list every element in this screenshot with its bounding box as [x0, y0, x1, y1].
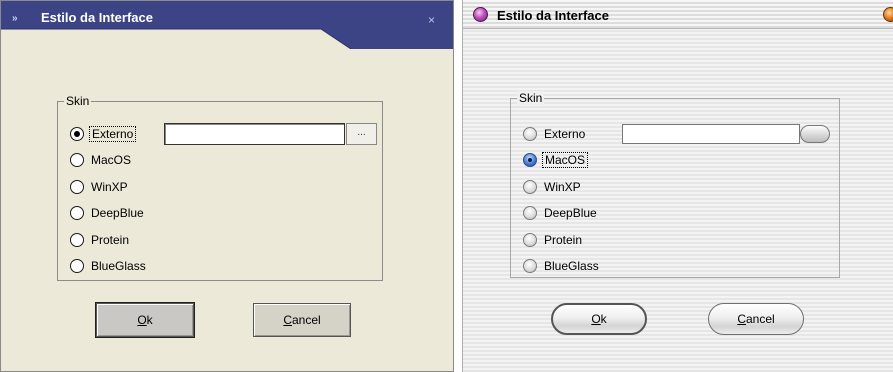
ok-label-rest: k	[600, 312, 607, 326]
radio-button[interactable]	[70, 180, 84, 194]
ok-button[interactable]: Ok	[95, 302, 195, 338]
radio-winxp[interactable]: WinXP	[70, 178, 130, 196]
external-skin-path-input[interactable]	[622, 124, 800, 144]
radio-label: DeepBlue	[91, 206, 144, 220]
radio-label: WinXP	[91, 180, 128, 194]
radio-label: BlueGlass	[544, 259, 599, 273]
cancel-label-rest: ancel	[291, 313, 321, 327]
radio-label: Externo	[89, 126, 137, 142]
skin-legend: Skin	[517, 91, 545, 105]
radio-button[interactable]	[70, 153, 84, 167]
title-bar[interactable]: » Estilo da Interface ×	[1, 1, 453, 49]
radio-label: Protein	[91, 233, 130, 247]
radio-label: MacOS	[542, 152, 589, 168]
window-title: Estilo da Interface	[497, 8, 609, 23]
window-menu-icon[interactable]	[473, 7, 488, 22]
radio-macos[interactable]: MacOS	[523, 151, 589, 169]
radio-button[interactable]	[70, 206, 84, 220]
cancel-mnemonic: C	[283, 313, 292, 327]
radio-winxp[interactable]: WinXP	[523, 178, 583, 196]
window-title: Estilo da Interface	[41, 10, 153, 25]
radio-label: WinXP	[544, 180, 581, 194]
dialog-estilo-macos: Estilo da Interface Skin Externo MacOS W…	[462, 0, 893, 372]
cancel-label-rest: ancel	[745, 312, 775, 326]
radio-macos[interactable]: MacOS	[70, 151, 133, 169]
skin-groupbox: Skin Externo MacOS WinXP DeepBlue Protei…	[510, 91, 840, 278]
dialog-client-area: Skin Externo MacOS WinXP DeepBlue Protei…	[9, 49, 449, 371]
window-menu-icon[interactable]: »	[12, 13, 18, 24]
radio-deepblue[interactable]: DeepBlue	[523, 204, 599, 222]
radio-button[interactable]	[70, 127, 84, 141]
ok-button[interactable]: Ok	[551, 303, 647, 335]
cancel-button[interactable]: Cancel	[708, 303, 804, 335]
radio-button[interactable]	[523, 206, 537, 220]
radio-button[interactable]	[523, 127, 537, 141]
skin-legend: Skin	[64, 94, 92, 108]
radio-label: BlueGlass	[91, 259, 146, 273]
browse-button[interactable]	[800, 125, 830, 143]
radio-button[interactable]	[523, 259, 537, 273]
close-icon[interactable]	[883, 7, 893, 22]
title-bar-shape	[1, 1, 453, 49]
radio-button[interactable]	[523, 153, 537, 167]
cancel-mnemonic: C	[737, 312, 746, 326]
dialog-estilo-deepblue: » Estilo da Interface × Skin Externo Mac…	[0, 0, 454, 372]
radio-blueglass[interactable]: BlueGlass	[70, 257, 148, 275]
radio-protein[interactable]: Protein	[70, 231, 131, 249]
radio-deepblue[interactable]: DeepBlue	[70, 204, 146, 222]
radio-label: DeepBlue	[544, 206, 597, 220]
close-icon[interactable]: ×	[428, 13, 435, 27]
radio-externo[interactable]: Externo	[70, 125, 137, 143]
radio-label: MacOS	[91, 153, 132, 167]
radio-label: Protein	[544, 233, 583, 247]
radio-label: Externo	[544, 127, 586, 141]
radio-button[interactable]	[70, 259, 84, 273]
radio-protein[interactable]: Protein	[523, 231, 584, 249]
browse-button[interactable]: ...	[346, 123, 377, 145]
ok-mnemonic: O	[591, 312, 601, 326]
radio-externo[interactable]: Externo	[523, 125, 587, 143]
radio-blueglass[interactable]: BlueGlass	[523, 257, 601, 275]
radio-button[interactable]	[523, 180, 537, 194]
ok-label-rest: k	[146, 313, 153, 327]
external-skin-path-input[interactable]	[164, 123, 345, 145]
radio-button[interactable]	[523, 233, 537, 247]
ok-mnemonic: O	[137, 313, 147, 327]
title-bar[interactable]: Estilo da Interface	[463, 0, 893, 29]
cancel-button[interactable]: Cancel	[253, 303, 351, 337]
radio-button[interactable]	[70, 233, 84, 247]
skin-groupbox: Skin Externo MacOS WinXP DeepBlue Protei…	[57, 94, 383, 281]
